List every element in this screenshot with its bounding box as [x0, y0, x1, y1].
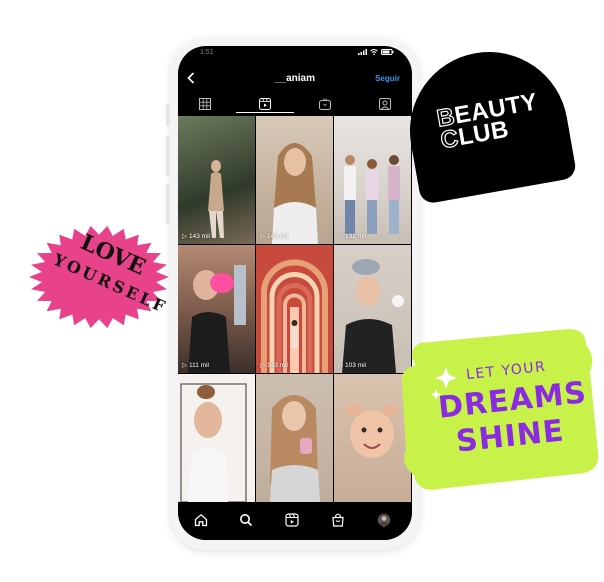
shop-icon[interactable] — [331, 513, 345, 527]
reel-views: ▷ 132 mil — [338, 232, 366, 241]
reel-views: ▷ 111 mil — [182, 361, 209, 370]
rainbow-arch — [261, 259, 328, 373]
profile-avatar[interactable] — [377, 513, 391, 527]
reel-thumbnail[interactable]: ▷ 132 mil — [334, 116, 411, 244]
status-time: 1:51 — [200, 49, 214, 56]
follow-button[interactable]: Seguir — [375, 74, 400, 83]
phone-side-button — [166, 184, 170, 224]
wifi-icon — [370, 49, 378, 55]
profile-tabs — [178, 96, 412, 114]
bottom-navigation — [178, 502, 412, 540]
active-tab-indicator — [236, 112, 294, 113]
people-figures — [344, 155, 400, 234]
reel-thumbnail[interactable]: ▷ 143 mil — [178, 116, 255, 244]
phone-side-button — [166, 104, 170, 126]
play-icon: ▷ — [338, 233, 343, 240]
igtv-icon[interactable] — [319, 98, 331, 110]
reel-thumbnail[interactable] — [178, 374, 255, 502]
person-figure — [208, 160, 224, 238]
person-figure — [270, 395, 320, 502]
battery-icon — [381, 49, 394, 55]
grid-icon[interactable] — [199, 98, 211, 110]
phone-side-button — [166, 136, 170, 176]
home-icon[interactable] — [194, 513, 208, 527]
play-icon: ▷ — [260, 233, 265, 240]
reel-thumbnail[interactable] — [256, 374, 333, 502]
search-icon[interactable] — [239, 513, 253, 527]
status-icons — [358, 49, 394, 55]
dreams-shine-sticker: LET YOUR DREAMS SHINE — [398, 325, 602, 493]
reel-views: ▷ 143 mil — [260, 232, 288, 241]
person-figure — [272, 143, 318, 244]
beauty-club-sticker: BEAUTY CLUB — [397, 39, 580, 222]
reels-grid: ▷ 143 mil ▷ 143 mil ▷ 132 mil ▷ 111 mil ▷ 143… — [178, 116, 412, 502]
reel-thumbnail[interactable]: ▷ 143 mil — [256, 245, 333, 373]
person-figure — [180, 383, 247, 502]
play-icon: ▷ — [182, 362, 187, 369]
play-icon: ▷ — [182, 233, 187, 240]
profile-header: __aniam Seguir — [178, 68, 412, 90]
tagged-icon[interactable] — [379, 98, 391, 110]
phone-screen: 1:51 __aniam Seguir ▷143 mil ▷143 mil — [178, 46, 412, 540]
person-figure — [188, 265, 246, 373]
status-bar: 1:51 — [178, 46, 412, 60]
reels-icon[interactable] — [259, 98, 271, 110]
reel-views: ▷ 143 mil — [182, 232, 210, 241]
reel-thumbnail[interactable]: ▷ 143 mil — [256, 116, 333, 244]
reels-icon[interactable] — [285, 513, 299, 527]
reel-thumbnail[interactable]: ▷ 111 mil — [178, 245, 255, 373]
reel-views: ▷ 103 mil — [338, 361, 366, 370]
play-icon: ▷ — [260, 362, 265, 369]
love-yourself-sticker: LOVE YOURSELF — [25, 222, 173, 332]
play-icon: ▷ — [338, 362, 343, 369]
reel-views: ▷ 143 mil — [260, 361, 288, 370]
signal-icon — [358, 49, 367, 55]
